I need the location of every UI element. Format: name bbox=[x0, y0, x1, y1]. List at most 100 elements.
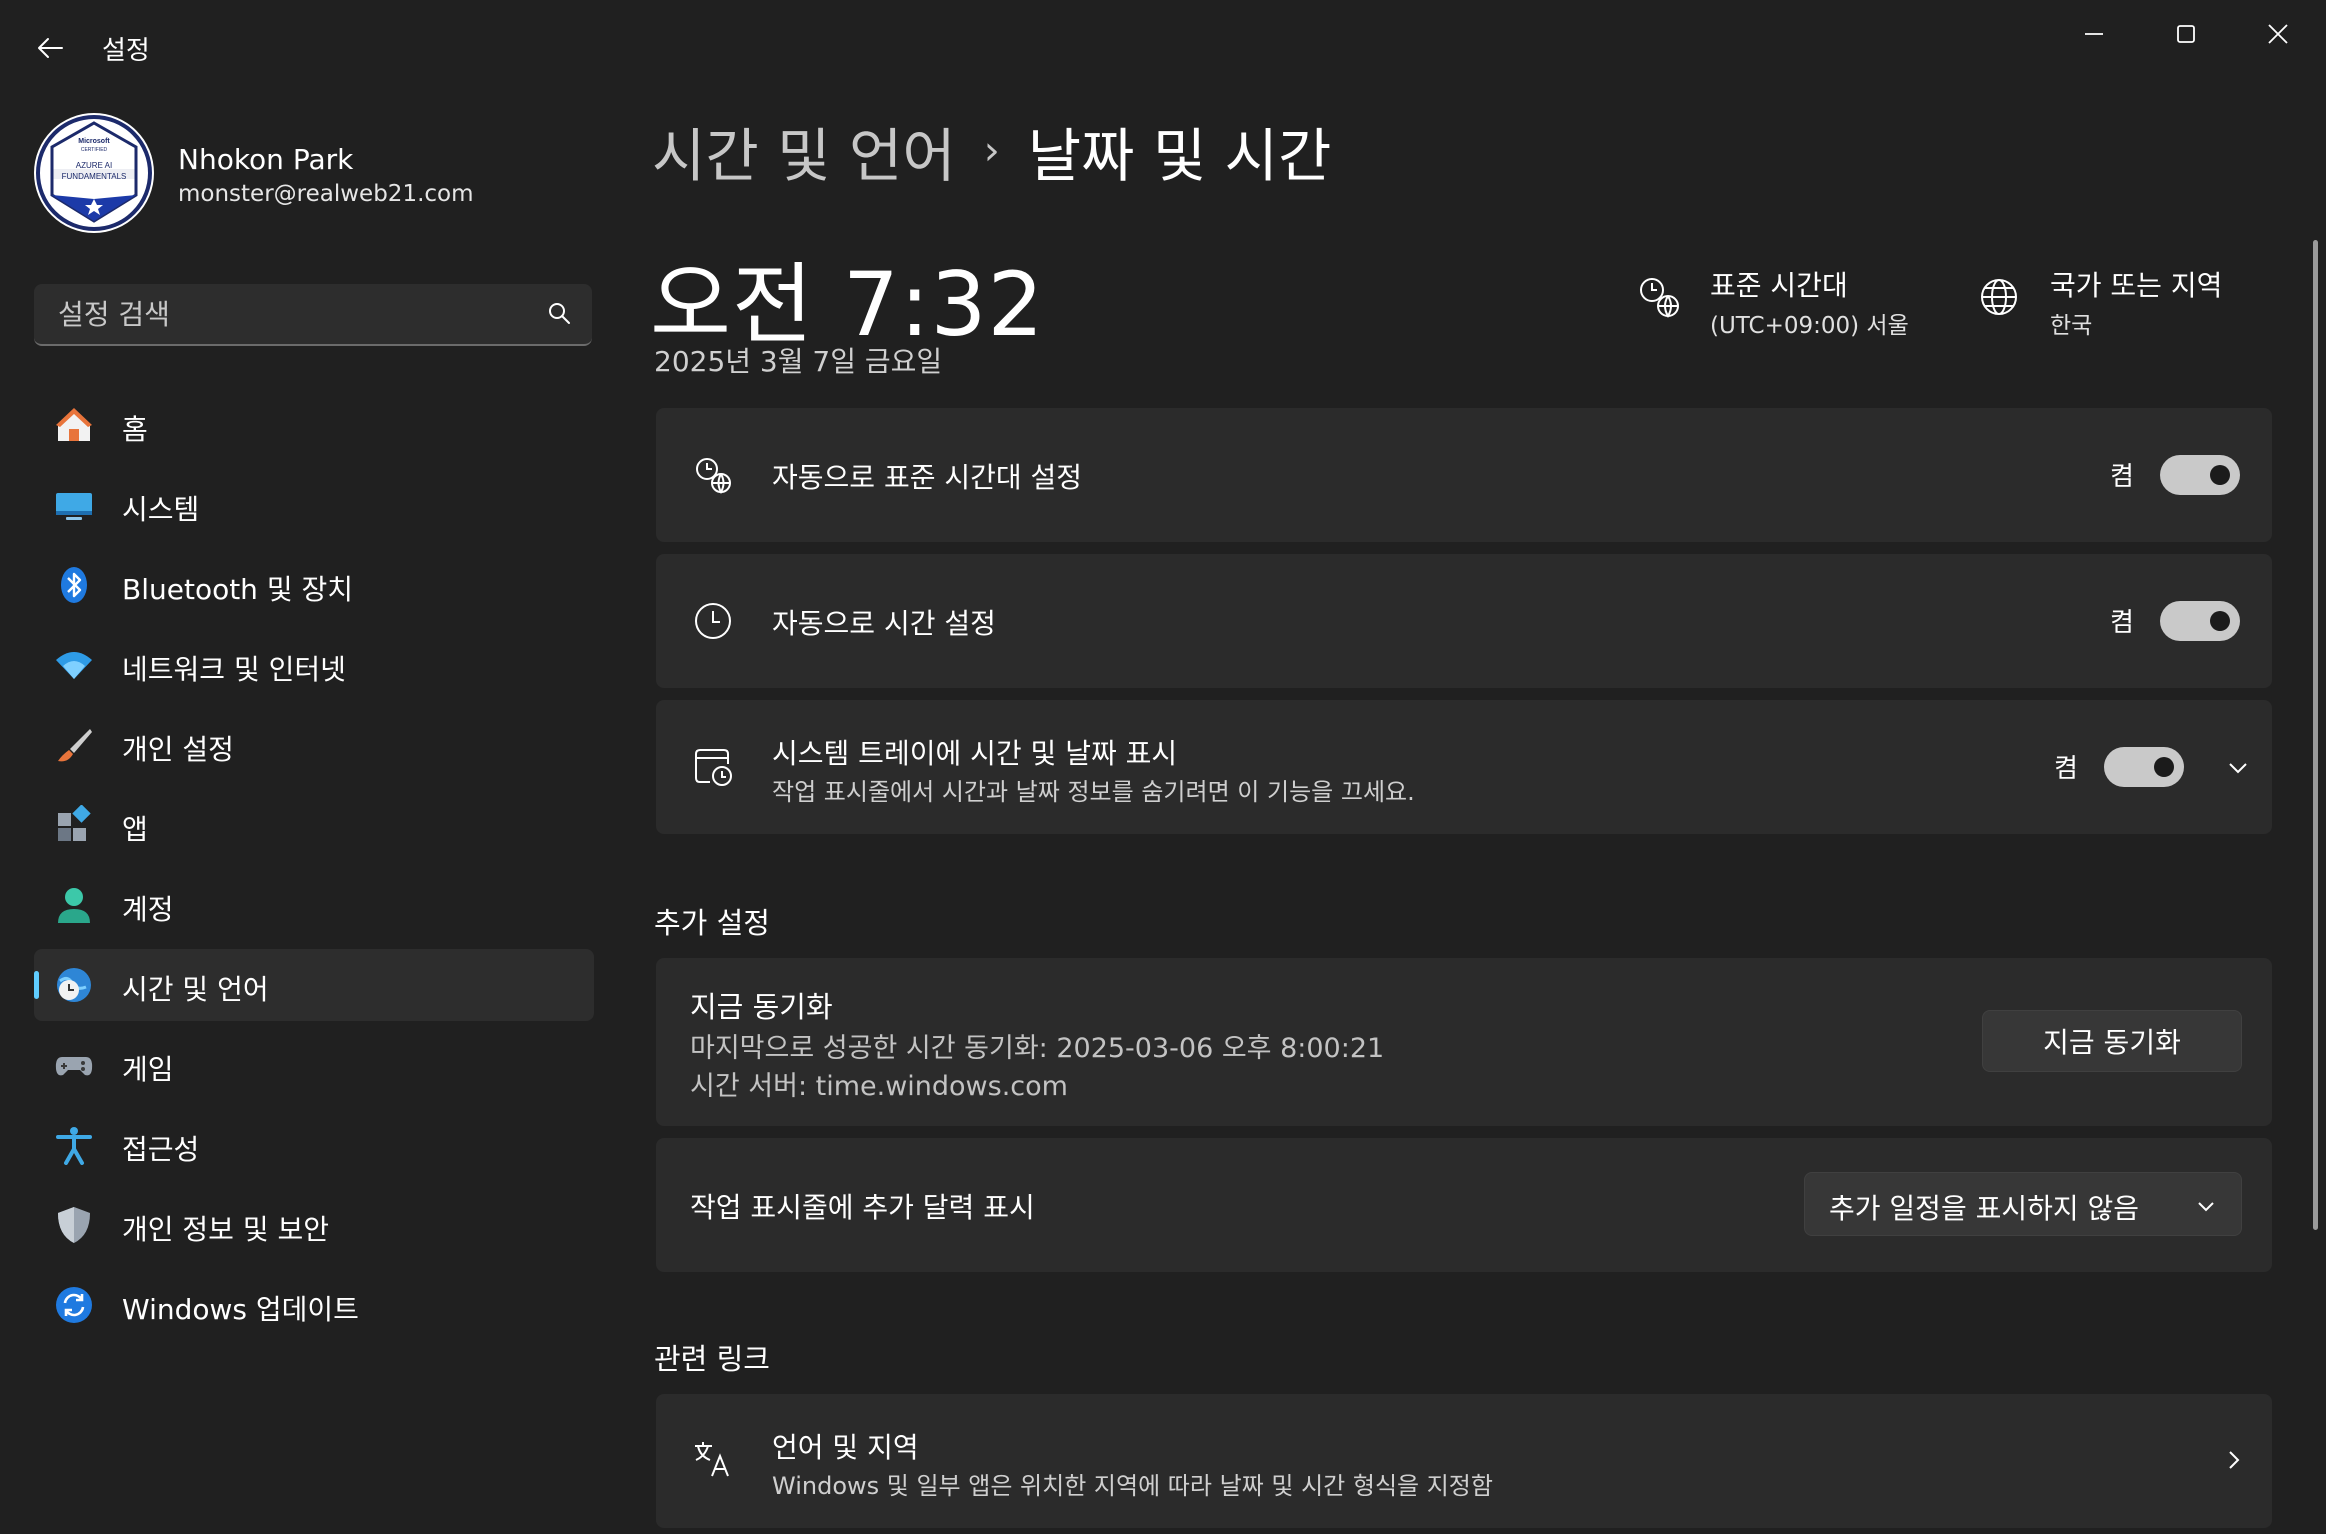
sidebar-item-label: 개인 정보 및 보안 bbox=[122, 1213, 330, 1246]
tray-time-state: 켬 bbox=[2054, 754, 2078, 784]
chevron-down-icon bbox=[2198, 1202, 2214, 1212]
breadcrumb-parent[interactable]: 시간 및 언어 bbox=[652, 109, 956, 193]
title-bar: 설정 bbox=[0, 0, 2326, 90]
region-info: 국가 또는 지역 한국 bbox=[1976, 262, 2276, 342]
sidebar-item-label: Windows 업데이트 bbox=[122, 1293, 359, 1326]
wifi-icon bbox=[56, 652, 92, 679]
region-value: 한국 bbox=[2050, 313, 2093, 339]
brush-icon bbox=[58, 729, 92, 762]
minimize-button[interactable] bbox=[2064, 14, 2124, 54]
globe-clock-icon bbox=[57, 968, 91, 1002]
sidebar-item-label: 네트워크 및 인터넷 bbox=[122, 653, 346, 686]
search-input[interactable] bbox=[56, 284, 540, 344]
sidebar-item-network[interactable]: 네트워크 및 인터넷 bbox=[34, 629, 594, 701]
calendar-card: 작업 표시줄에 추가 달력 표시 추가 일정을 표시하지 않음 bbox=[656, 1138, 2272, 1272]
auto-time-label: 자동으로 시간 설정 bbox=[772, 607, 996, 640]
sidebar-item-bluetooth[interactable]: Bluetooth 및 장치 bbox=[34, 549, 594, 621]
sync-now-button[interactable]: 지금 동기화 bbox=[1982, 1010, 2242, 1072]
close-button[interactable] bbox=[2248, 14, 2308, 54]
home-icon bbox=[56, 408, 92, 441]
sidebar-item-label: 시간 및 언어 bbox=[122, 973, 269, 1006]
badge-line1: Microsoft bbox=[78, 138, 110, 145]
calendar-label: 작업 표시줄에 추가 달력 표시 bbox=[690, 1191, 1035, 1224]
language-icon bbox=[695, 1442, 729, 1477]
breadcrumb: 시간 및 언어 › 날짜 및 시간 bbox=[652, 106, 1331, 196]
auto-timezone-label: 자동으로 표준 시간대 설정 bbox=[772, 461, 1083, 494]
person-icon bbox=[58, 888, 90, 923]
sidebar-item-windows-update[interactable]: Windows 업데이트 bbox=[34, 1269, 594, 1341]
tray-time-toggle[interactable] bbox=[2104, 747, 2184, 787]
sidebar-item-accounts[interactable]: 계정 bbox=[34, 869, 594, 941]
search-box[interactable] bbox=[34, 284, 592, 346]
sidebar-item-label: 홈 bbox=[122, 413, 148, 446]
auto-timezone-card: 자동으로 표준 시간대 설정 켬 bbox=[656, 408, 2272, 542]
clock-icon bbox=[695, 603, 731, 639]
badge-line2: CERTIFIED bbox=[81, 147, 108, 153]
apps-icon bbox=[58, 805, 91, 841]
user-name: Nhokon Park bbox=[178, 143, 354, 176]
language-region-title: 언어 및 지역 bbox=[772, 1431, 919, 1464]
sidebar-item-apps[interactable]: 앱 bbox=[34, 789, 594, 861]
close-icon bbox=[2268, 24, 2288, 44]
minimize-icon bbox=[2085, 33, 2103, 35]
calendar-dropdown[interactable]: 추가 일정을 표시하지 않음 bbox=[1804, 1172, 2242, 1236]
sidebar-item-label: 접근성 bbox=[122, 1133, 200, 1166]
sidebar-item-label: 계정 bbox=[122, 893, 174, 926]
shield-icon bbox=[58, 1207, 90, 1243]
region-title: 국가 또는 지역 bbox=[2050, 269, 2223, 302]
sidebar-item-time-language[interactable]: 시간 및 언어 bbox=[34, 949, 594, 1021]
scrollbar[interactable] bbox=[2313, 240, 2318, 1230]
update-icon bbox=[56, 1287, 92, 1323]
globe-icon bbox=[1981, 279, 2017, 315]
tray-time-label: 시스템 트레이에 시간 및 날짜 표시 bbox=[772, 737, 1178, 770]
bluetooth-icon bbox=[61, 567, 87, 603]
sync-card: 지금 동기화 마지막으로 성공한 시간 동기화: 2025-03-06 오후 8… bbox=[656, 958, 2272, 1126]
sidebar-item-accessibility[interactable]: 접근성 bbox=[34, 1109, 594, 1181]
sidebar-item-label: 개인 설정 bbox=[122, 733, 234, 766]
arrow-left-icon bbox=[38, 38, 63, 58]
gamepad-icon bbox=[55, 1057, 93, 1076]
auto-time-state: 켬 bbox=[2110, 608, 2134, 638]
calendar-dropdown-value: 추가 일정을 표시하지 않음 bbox=[1829, 1192, 2140, 1225]
badge-line4: FUNDAMENTALS bbox=[62, 172, 127, 181]
globe-clock-icon bbox=[696, 458, 731, 495]
last-sync-info: 마지막으로 성공한 시간 동기화: 2025-03-06 오후 8:00:21 bbox=[690, 1033, 1385, 1064]
sidebar-item-gaming[interactable]: 게임 bbox=[34, 1029, 594, 1101]
search-icon[interactable] bbox=[546, 300, 572, 326]
sidebar-item-label: 시스템 bbox=[122, 493, 200, 526]
monitor-icon bbox=[56, 493, 92, 520]
timezone-info: 표준 시간대 (UTC+09:00) 서울 bbox=[1636, 262, 1936, 342]
breadcrumb-separator: › bbox=[983, 128, 1000, 174]
sidebar-item-label: 게임 bbox=[122, 1053, 174, 1086]
badge-line3: AZURE AI bbox=[76, 161, 112, 170]
accessibility-icon bbox=[56, 1127, 92, 1165]
sidebar-item-home[interactable]: 홈 bbox=[34, 389, 594, 461]
maximize-icon bbox=[2177, 25, 2195, 43]
time-server-info: 시간 서버: time.windows.com bbox=[690, 1071, 1068, 1102]
chevron-down-icon[interactable] bbox=[2226, 756, 2250, 780]
sync-title: 지금 동기화 bbox=[690, 990, 833, 1024]
language-region-description: Windows 및 일부 앱은 위치한 지역에 따라 날짜 및 시간 형식을 지… bbox=[772, 1472, 1493, 1500]
sidebar-item-system[interactable]: 시스템 bbox=[34, 469, 594, 541]
sidebar-item-label: Bluetooth 및 장치 bbox=[122, 573, 354, 606]
language-region-link[interactable]: 언어 및 지역 Windows 및 일부 앱은 위치한 지역에 따라 날짜 및 … bbox=[656, 1394, 2272, 1528]
sidebar-item-label: 앱 bbox=[122, 813, 148, 846]
chevron-right-icon bbox=[2229, 1451, 2240, 1469]
timezone-value: (UTC+09:00) 서울 bbox=[1710, 313, 1909, 339]
user-email: monster@realweb21.com bbox=[178, 181, 474, 207]
timezone-title: 표준 시간대 bbox=[1710, 269, 1848, 302]
current-date: 2025년 3월 7일 금요일 bbox=[654, 345, 943, 378]
section-title-additional: 추가 설정 bbox=[654, 906, 770, 940]
auto-timezone-toggle[interactable] bbox=[2160, 455, 2240, 495]
auto-time-toggle[interactable] bbox=[2160, 601, 2240, 641]
sidebar-nav: 홈 시스템 Bluetooth 및 장치 네트워크 및 인터넷 개인 설정 앱 … bbox=[34, 389, 594, 1349]
back-button[interactable] bbox=[30, 28, 70, 68]
section-title-related: 관련 링크 bbox=[654, 1342, 770, 1376]
maximize-button[interactable] bbox=[2156, 14, 2216, 54]
tray-time-card[interactable]: 시스템 트레이에 시간 및 날짜 표시 작업 표시줄에서 시간과 날짜 정보를 … bbox=[656, 700, 2272, 834]
user-profile[interactable]: Microsoft CERTIFIED AZURE AI FUNDAMENTAL… bbox=[34, 113, 594, 235]
avatar: Microsoft CERTIFIED AZURE AI FUNDAMENTAL… bbox=[34, 113, 154, 233]
sidebar-item-personalization[interactable]: 개인 설정 bbox=[34, 709, 594, 781]
globe-clock-icon bbox=[1640, 278, 1679, 318]
sidebar-item-privacy[interactable]: 개인 정보 및 보안 bbox=[34, 1189, 594, 1261]
